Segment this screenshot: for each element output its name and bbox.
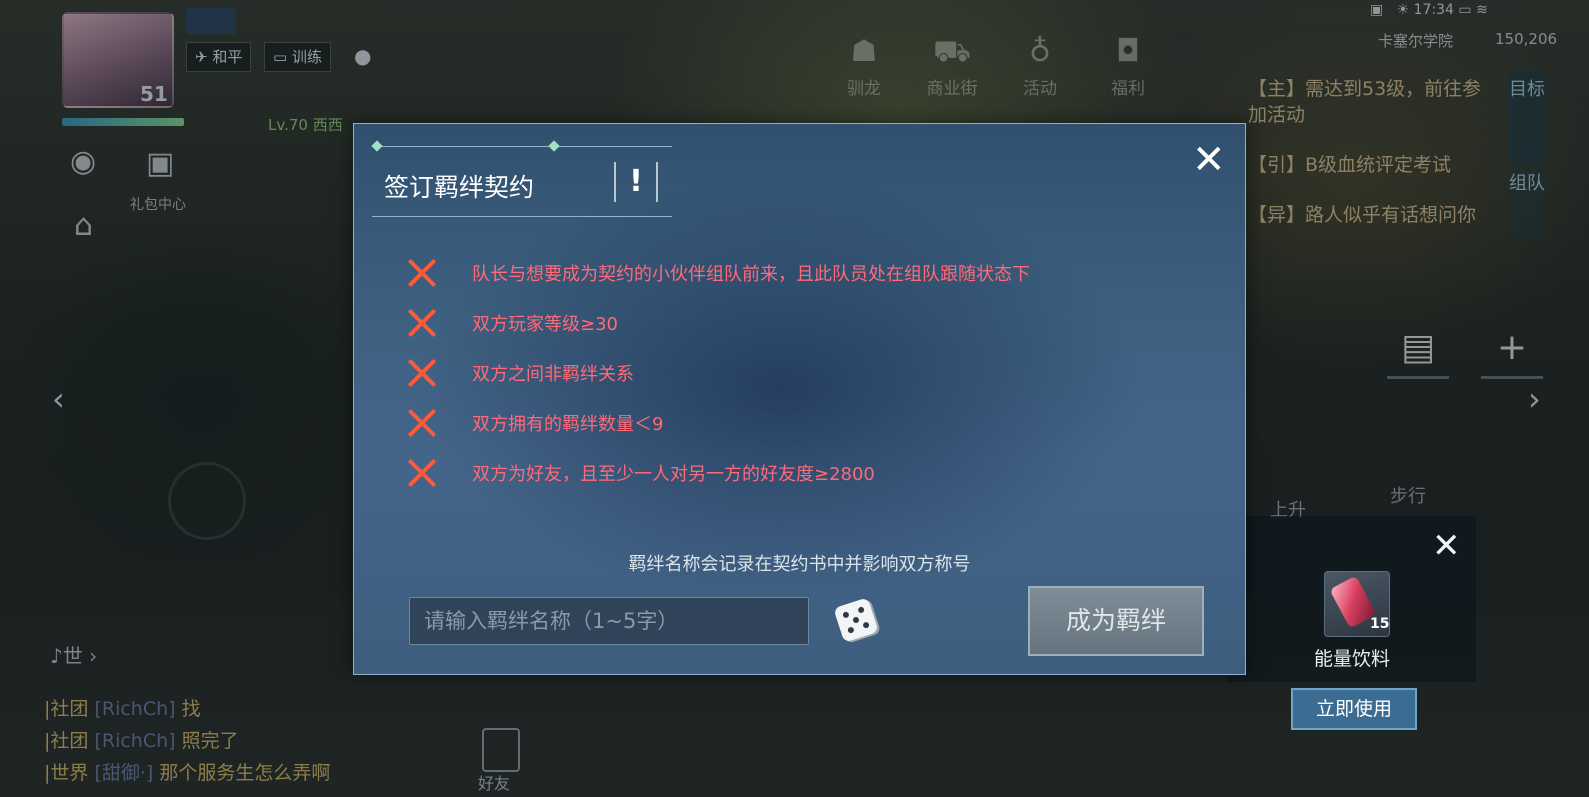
condition-row: 双方为好友，且至少一人对另一方的好友度≥2800: [406, 456, 875, 490]
condition-text: 双方为好友，且至少一人对另一方的好友度≥2800: [472, 464, 875, 485]
cross-icon: [406, 307, 438, 339]
item-quantity: 15: [1370, 616, 1390, 632]
cross-icon: [406, 257, 438, 289]
condition-text: 双方之间非羁绊关系: [472, 364, 634, 385]
title-ornament-dot: [371, 140, 383, 152]
condition-text: 双方拥有的羁绊数量＜9: [472, 414, 664, 435]
use-now-button[interactable]: 立即使用: [1291, 688, 1417, 730]
random-dice-icon[interactable]: [833, 597, 879, 643]
condition-row: 双方玩家等级≥30: [406, 306, 618, 340]
condition-row: 双方拥有的羁绊数量＜9: [406, 406, 663, 440]
dialog-title: 签订羁绊契约: [384, 173, 535, 202]
cross-icon: [406, 457, 438, 489]
bond-contract-dialog: 签订羁绊契约 ! ✕ 队长与想要成为契约的小伙伴组队前来，且此队员处在组队跟随状…: [353, 123, 1246, 675]
item-name: 能量饮料: [1314, 648, 1391, 670]
close-icon[interactable]: ✕: [1192, 138, 1226, 182]
become-bond-button[interactable]: 成为羁绊: [1028, 586, 1204, 656]
title-divider-bottom: [372, 216, 672, 217]
condition-text: 队长与想要成为契约的小伙伴组队前来，且此队员处在组队跟随状态下: [472, 264, 1030, 285]
bond-name-notice: 羁绊名称会记录在契约书中并影响双方称号: [628, 554, 971, 575]
condition-row: 队长与想要成为契约的小伙伴组队前来，且此队员处在组队跟随状态下: [406, 256, 1030, 290]
bond-name-input[interactable]: [409, 597, 809, 645]
condition-text: 双方玩家等级≥30: [472, 314, 618, 335]
title-divider-top: [376, 146, 672, 147]
title-ornament-dot: [548, 140, 560, 152]
close-icon[interactable]: ✕: [1432, 526, 1461, 566]
condition-row: 双方之间非羁绊关系: [406, 356, 634, 390]
cross-icon: [406, 407, 438, 439]
info-exclamation-button[interactable]: !: [614, 162, 658, 202]
cross-icon: [406, 357, 438, 389]
